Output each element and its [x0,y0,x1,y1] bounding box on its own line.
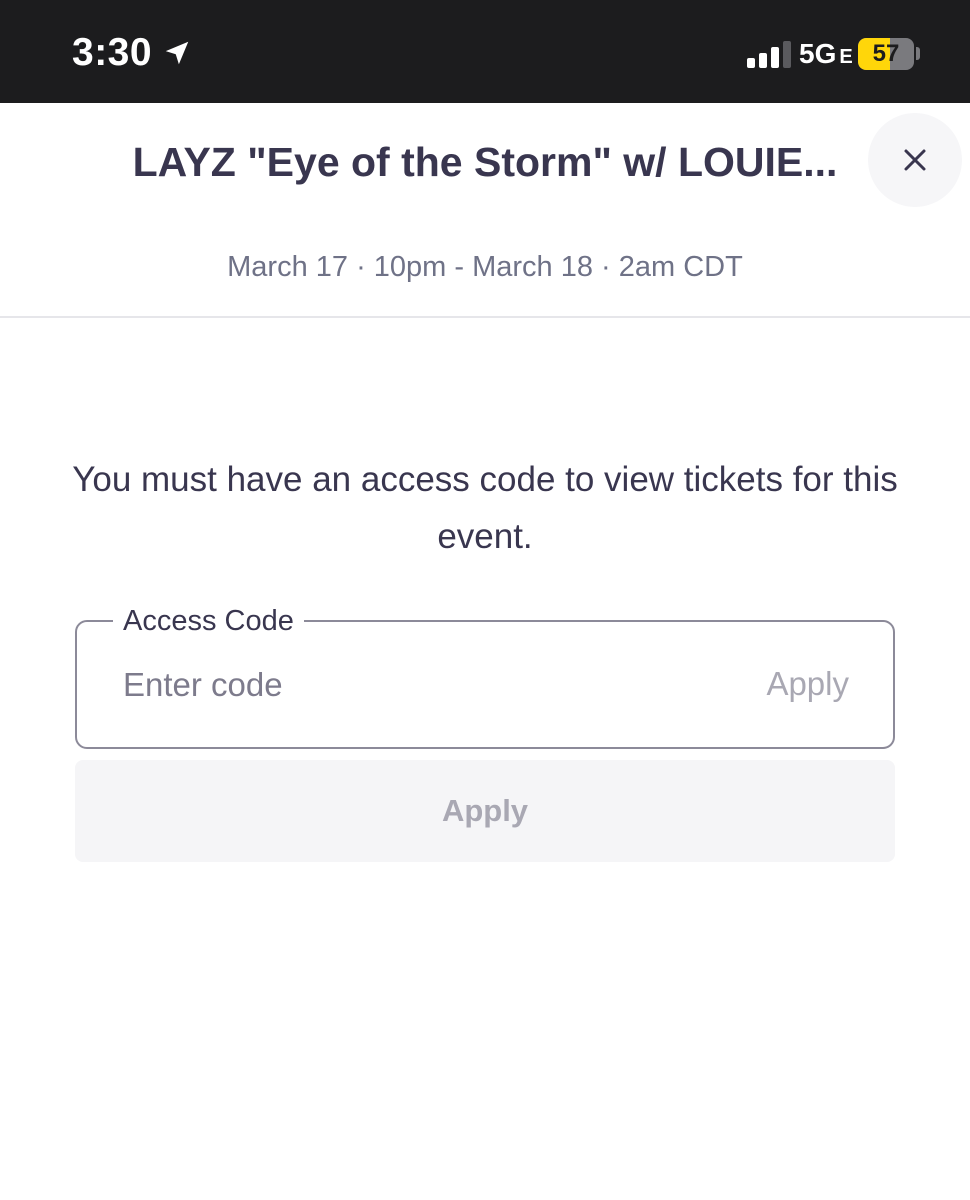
apply-button[interactable]: Apply [75,760,895,862]
network-suffix: E [839,46,853,68]
access-code-input[interactable] [123,660,683,710]
access-code-label: Access Code [113,602,304,640]
event-title: LAYZ "Eye of the Storm" w/ LOUIE... [132,139,838,185]
location-arrow-icon [165,41,189,65]
status-time: 3:30 [72,31,153,74]
access-code-field: Access Code Apply [75,602,895,749]
battery-nub [916,47,920,60]
event-dates: March 17 · 10pm - March 18 · 2am CDT [227,251,743,283]
network-type: 5G [799,38,837,69]
close-button[interactable] [868,113,962,207]
network-indicator: 5G E [799,38,853,73]
status-bar: 3:30 5G E 57 [0,0,970,103]
inline-apply-button[interactable]: Apply [766,662,849,706]
battery-icon: 57 [858,38,914,70]
cellular-signal-icon [747,41,791,68]
battery-level: 57 [872,40,900,67]
header-divider [0,316,970,318]
access-code-message: You must have an access code to view tic… [72,460,898,556]
close-icon [904,149,926,171]
